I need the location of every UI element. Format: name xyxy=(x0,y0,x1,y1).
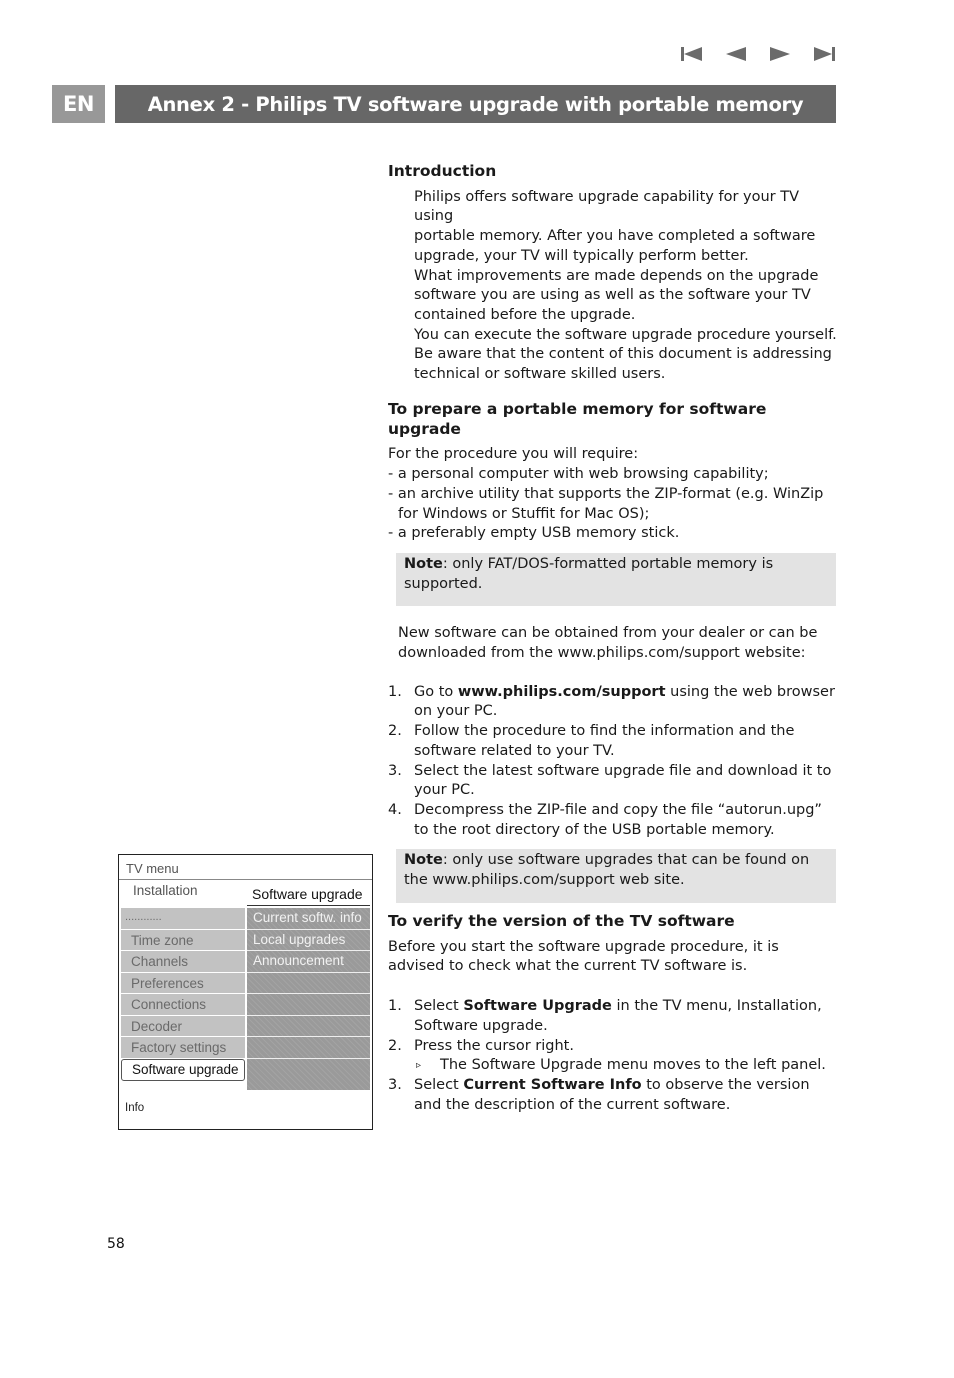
tv-menu-info: Info xyxy=(125,1102,145,1114)
intro-line: technical or software skilled users. xyxy=(414,366,666,383)
tv-menu-item[interactable]: ............ xyxy=(121,908,245,930)
verify-section: To verify the version of the TV software… xyxy=(388,912,838,1115)
next-page-button[interactable] xyxy=(758,44,802,64)
tv-menu-item[interactable]: Decoder xyxy=(121,1015,245,1037)
step-item: 3. Select the latest software upgrade fil… xyxy=(388,762,832,799)
step-item: 2. Press the cursor right. xyxy=(388,1037,574,1054)
step-item: 3. Select Current Software Info to observ… xyxy=(388,1076,810,1113)
tv-submenu-item[interactable]: Current softw. info xyxy=(247,908,370,930)
intro-line: What improvements are made depends on th… xyxy=(414,267,819,284)
page-navigation xyxy=(670,44,846,64)
intro-line: You can execute the software upgrade pro… xyxy=(414,326,837,343)
prepare-intro: For the procedure you will require: xyxy=(388,446,639,463)
download-steps: 1. Go to www.philips.com/support using th… xyxy=(388,683,838,841)
tv-menu-title: TV menu xyxy=(126,861,179,876)
tv-menu-item[interactable]: Time zone xyxy=(121,929,245,951)
requirement-item: - a personal computer with web browsing … xyxy=(388,466,769,483)
tv-submenu-empty xyxy=(247,1016,370,1037)
tv-menu-right-panel: Current softw. info Local upgrades Annou… xyxy=(247,908,370,1090)
intro-line: Philips offers software upgrade capabili… xyxy=(414,188,800,225)
tv-menu-left-panel: ............ Time zone Channels Preferen… xyxy=(121,908,245,1081)
step-item: 1. Select Software Upgrade in the TV menu… xyxy=(388,998,822,1034)
tv-submenu-item[interactable]: Announcement xyxy=(247,951,370,973)
intro-line: contained before the upgrade. xyxy=(414,306,636,323)
tv-menu-item[interactable]: Channels xyxy=(121,951,245,973)
requirement-item: - a preferably empty USB memory stick. xyxy=(388,525,680,542)
intro-line: Be aware that the content of this docume… xyxy=(414,346,832,363)
skip-forward-icon xyxy=(814,47,835,61)
tv-menu-illustration: TV menu Installation Software upgrade ..… xyxy=(118,854,373,1130)
first-page-button[interactable] xyxy=(670,44,714,64)
step-item: 2. Follow the procedure to find the infor… xyxy=(388,723,795,759)
verify-steps: 1. Select Software Upgrade in the TV menu… xyxy=(388,997,838,1115)
note-label: Note xyxy=(404,555,443,572)
divider xyxy=(247,905,370,906)
tv-menu-item[interactable]: Connections xyxy=(121,994,245,1016)
tv-menu-right-header: Software upgrade xyxy=(252,886,363,902)
prepare-section: To prepare a portable memory for softwar… xyxy=(388,400,838,903)
tv-menu-item[interactable]: Preferences xyxy=(121,972,245,994)
previous-page-button[interactable] xyxy=(714,44,758,64)
last-page-button[interactable] xyxy=(802,44,846,64)
tv-menu-section: Installation xyxy=(133,883,198,898)
step-item: 4. Decompress the ZIP-file and copy the f… xyxy=(388,801,822,838)
tv-submenu-empty xyxy=(247,973,370,994)
note-label: Note xyxy=(404,852,443,869)
obtain-text: New software can be obtained from your d… xyxy=(398,625,818,662)
tv-submenu-empty xyxy=(247,994,370,1016)
introduction-body: Philips offers software upgrade capabili… xyxy=(388,188,838,385)
verify-heading: To verify the version of the TV software xyxy=(388,912,735,930)
result-arrow-icon: ▹ xyxy=(416,1060,422,1072)
intro-line: upgrade, your TV will typically perform … xyxy=(414,247,749,264)
tv-submenu-item[interactable]: Local upgrades xyxy=(247,930,370,951)
verify-intro: Before you start the software upgrade pr… xyxy=(388,938,779,975)
intro-line: portable memory. After you have complete… xyxy=(414,228,816,245)
tv-submenu-empty xyxy=(247,1037,370,1059)
substep-item: ▹ The Software Upgrade menu moves to the … xyxy=(388,1056,838,1076)
note-box: Note: only use software upgrades that ca… xyxy=(396,849,836,903)
note-text: : only FAT/DOS-formatted portable memory… xyxy=(404,555,774,592)
tv-menu-item[interactable]: Factory settings xyxy=(121,1037,245,1059)
note-box: Note: only FAT/DOS-formatted portable me… xyxy=(396,552,836,607)
page-title: Annex 2 - Philips TV software upgrade wi… xyxy=(115,85,836,123)
triangle-right-icon xyxy=(770,47,790,61)
tv-menu-item-selected[interactable]: Software upgrade xyxy=(121,1058,245,1081)
triangle-left-icon xyxy=(726,47,746,61)
introduction-heading: Introduction xyxy=(388,162,497,180)
requirement-item: - an archive utility that supports the Z… xyxy=(388,485,824,522)
page-number: 58 xyxy=(107,1236,125,1252)
divider xyxy=(119,879,372,880)
skip-back-icon xyxy=(681,47,702,61)
intro-line: software you are using as well as the so… xyxy=(414,287,811,304)
language-tag: EN xyxy=(52,85,105,123)
prepare-heading: To prepare a portable memory for softwar… xyxy=(388,400,767,438)
support-link[interactable]: www.philips.com/support xyxy=(458,684,666,700)
note-text: : only use software upgrades that can be… xyxy=(404,852,810,889)
introduction-section: Introduction Philips offers software upg… xyxy=(388,162,838,385)
step-item: 1. Go to www.philips.com/support using th… xyxy=(388,683,835,720)
